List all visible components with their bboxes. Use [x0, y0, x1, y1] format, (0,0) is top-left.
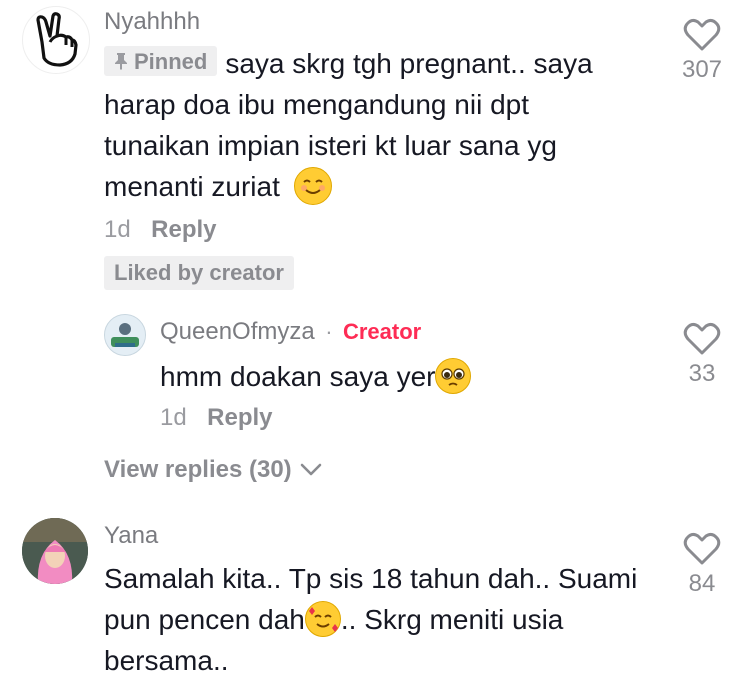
heart-icon[interactable] [683, 532, 721, 566]
avatar[interactable] [104, 314, 146, 356]
creator-label: Creator [342, 319, 422, 344]
like-count: 33 [688, 360, 716, 387]
avatar[interactable] [22, 518, 88, 584]
reply-username[interactable]: QueenOfmyza [160, 318, 315, 345]
liked-by-creator-badge: Liked by creator [104, 256, 294, 290]
pin-icon [115, 53, 127, 70]
comment-time: 1d [104, 216, 131, 243]
separator-dot: · [325, 319, 333, 344]
avatar[interactable] [22, 6, 90, 74]
comment-text-line: harap doa ibu mengandung nii dpt [104, 89, 530, 120]
pleading-face-emoji-icon [435, 357, 472, 394]
smiling-face-emoji-icon [293, 166, 332, 205]
comment-username[interactable]: Yana [104, 522, 158, 550]
comment-text: Pinned saya skrg tgh pregnant.. saya har… [104, 43, 664, 208]
like-control[interactable]: 84 [662, 532, 742, 598]
profile-avatar-icon [105, 315, 145, 355]
reply-button[interactable]: Reply [207, 404, 272, 431]
comment-text-line: pun pencen dah [104, 604, 305, 635]
comment-text-line: bersama.. [104, 645, 229, 676]
reply-time: 1d [160, 404, 187, 431]
comment-text-line: saya skrg tgh pregnant.. saya [225, 48, 593, 79]
comment-username[interactable]: Nyahhhh [104, 8, 200, 36]
reply-text: hmm doakan saya yer [160, 356, 472, 397]
reply-button[interactable]: Reply [151, 216, 216, 243]
view-replies-button[interactable]: View replies (30) [104, 456, 322, 484]
profile-photo-icon [22, 518, 88, 584]
like-control[interactable]: 307 [662, 18, 742, 84]
view-replies-label: View replies (30) [104, 456, 292, 483]
comment-text: Samalah kita.. Tp sis 18 tahun dah.. Sua… [104, 558, 664, 681]
heart-icon[interactable] [683, 18, 721, 52]
pinned-badge: Pinned [104, 46, 218, 76]
comment-text-line: tunaikan impian isteri kt luar sana yg [104, 130, 557, 161]
comment-text-line: Samalah kita.. Tp sis 18 tahun dah.. Sua… [104, 563, 638, 594]
pinned-label: Pinned [134, 48, 208, 74]
like-count: 307 [681, 56, 723, 83]
comment-text-line: .. Skrg meniti usia [340, 604, 564, 635]
reply-text-content: hmm doakan saya yer [160, 361, 436, 392]
comment-text-line: menanti zuriat [104, 171, 280, 202]
like-count: 84 [688, 570, 716, 597]
chevron-down-icon [300, 463, 321, 476]
peace-hand-icon [36, 12, 78, 67]
smiling-face-with-hearts-emoji-icon [304, 600, 341, 637]
like-control[interactable]: 33 [662, 322, 742, 388]
heart-icon[interactable] [683, 322, 721, 356]
